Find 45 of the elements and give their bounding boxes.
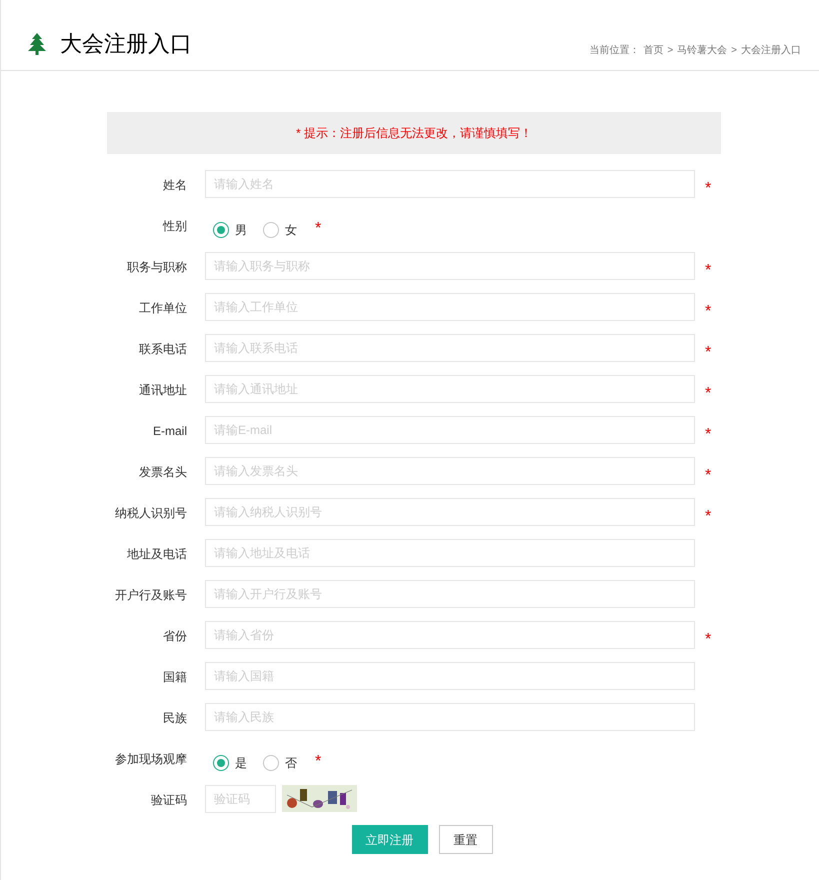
- required-mark: *: [705, 508, 712, 525]
- radio-button[interactable]: [213, 222, 229, 238]
- breadcrumb-link[interactable]: 马铃薯大会: [677, 43, 728, 58]
- field-label: 民族: [163, 711, 187, 725]
- field-label: 纳税人识别号: [115, 506, 187, 520]
- field-label: 发票名头: [139, 465, 187, 479]
- field-label: 联系电话: [139, 342, 187, 356]
- breadcrumb-link[interactable]: 首页: [643, 43, 664, 58]
- radio-option[interactable]: 是: [213, 754, 247, 772]
- radio-option[interactable]: 男: [213, 221, 247, 239]
- required-mark: *: [705, 262, 712, 279]
- field-label: 性别: [163, 219, 187, 233]
- radio-button[interactable]: [213, 755, 229, 771]
- radio-option[interactable]: 女: [263, 221, 297, 239]
- required-mark: *: [705, 344, 712, 361]
- required-mark: *: [705, 385, 712, 402]
- radio-option[interactable]: 否: [263, 754, 297, 772]
- field-label: 开户行及账号: [115, 588, 187, 602]
- required-mark: *: [705, 303, 712, 320]
- required-mark: *: [705, 467, 712, 484]
- field-label: 工作单位: [139, 301, 187, 315]
- notice-banner: * 提示：注册后信息无法更改，请谨慎填写！: [107, 112, 721, 154]
- breadcrumb-separator: >: [667, 44, 674, 58]
- required-mark: *: [315, 753, 322, 770]
- radio-button[interactable]: [263, 755, 279, 771]
- field-label: 地址及电话: [127, 547, 187, 561]
- page-title: 大会注册入口: [60, 30, 192, 58]
- required-mark: *: [705, 426, 712, 443]
- breadcrumb-separator: >: [731, 44, 737, 58]
- required-mark: *: [315, 220, 322, 237]
- field-label: 参加现场观摩: [115, 752, 187, 766]
- radio-button[interactable]: [263, 222, 279, 238]
- tree-icon: [28, 32, 46, 54]
- field-label: 姓名: [163, 178, 187, 192]
- field-label: 职务与职称: [127, 260, 187, 274]
- field-label: 验证码: [151, 793, 187, 807]
- required-mark: *: [705, 631, 712, 648]
- breadcrumb-link[interactable]: 大会注册入口: [741, 43, 801, 58]
- breadcrumb-label: 当前位置：: [589, 44, 640, 58]
- field-label: 国籍: [163, 670, 187, 684]
- reset-button[interactable]: 重置: [438, 825, 492, 854]
- field-label: 省份: [163, 629, 187, 643]
- required-mark: *: [705, 180, 712, 197]
- field-label: E-mail: [152, 424, 187, 438]
- field-label: 通讯地址: [139, 383, 187, 397]
